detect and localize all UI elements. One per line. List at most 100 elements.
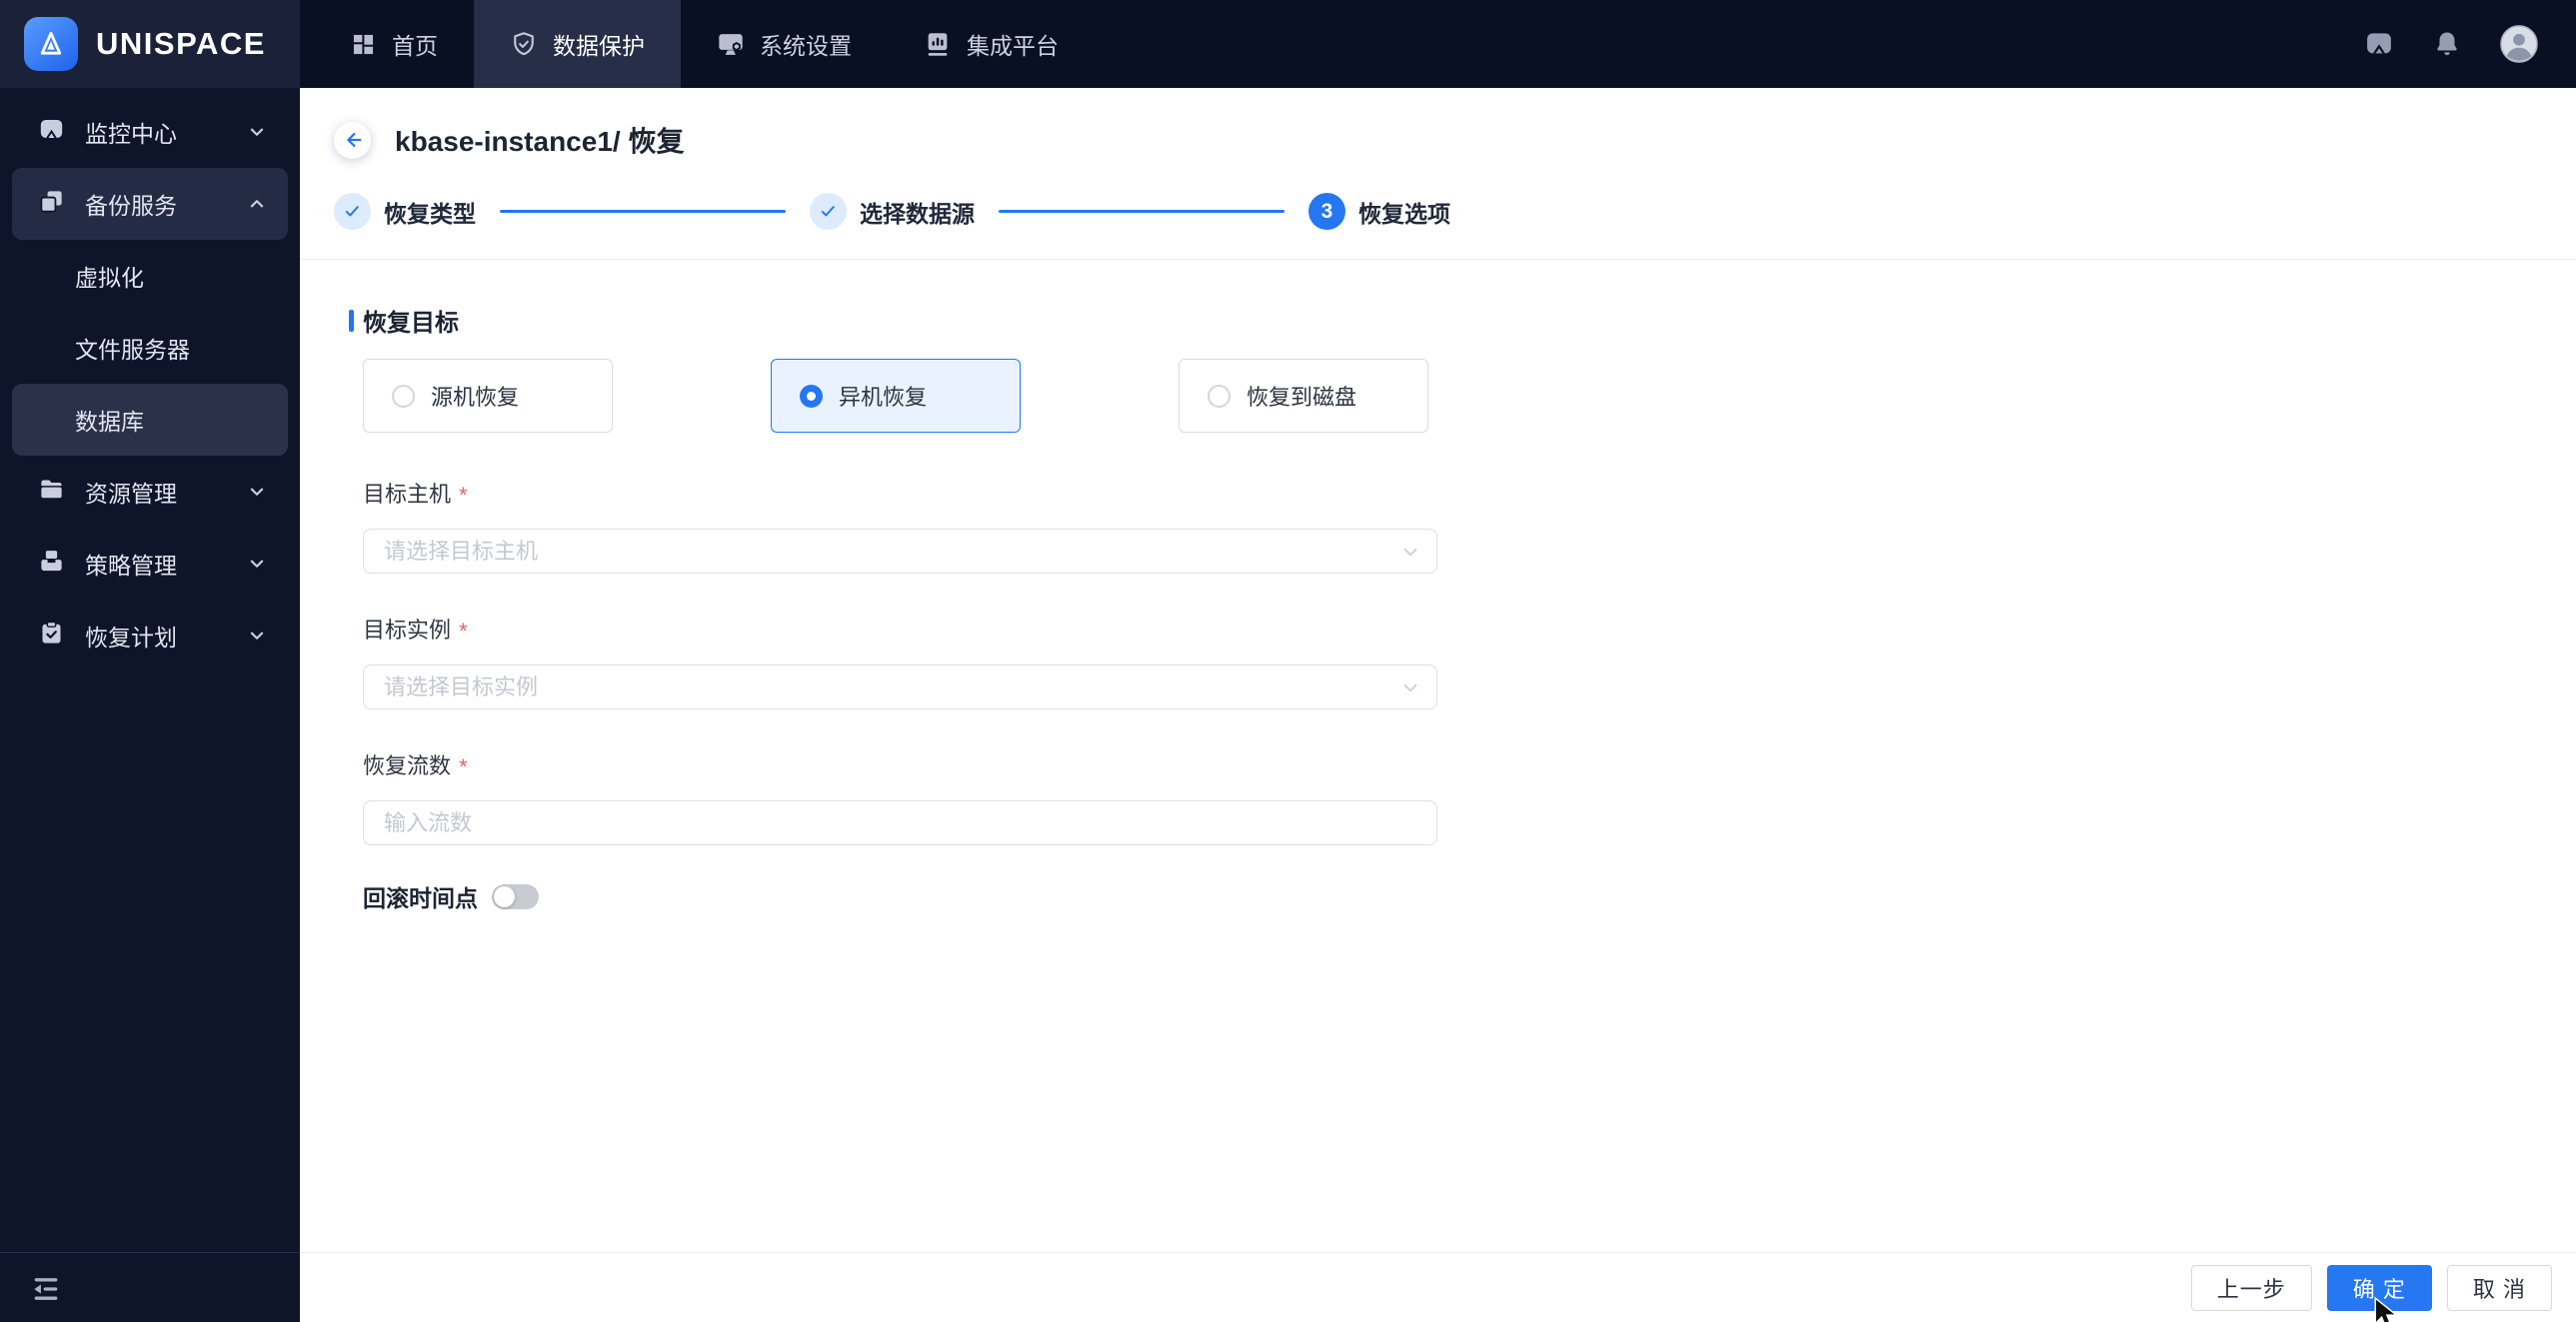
topbar-actions [2364, 0, 2576, 88]
mouse-cursor [2371, 1296, 2405, 1322]
nav-item-system-settings[interactable]: 系统设置 [681, 0, 888, 88]
field-label-text: 恢复流数 [363, 753, 452, 778]
target-instance-input[interactable] [363, 664, 1437, 709]
step-label: 恢复类型 [384, 200, 476, 227]
required-mark: * [459, 618, 468, 644]
sidebar-subitem-label: 虚拟化 [75, 265, 144, 291]
step-label: 选择数据源 [860, 200, 975, 227]
sidebar-subitem-label: 文件服务器 [75, 337, 190, 363]
recovery-target-options: 源机恢复 异机恢复 恢复到磁盘 [363, 359, 2576, 433]
target-host-select [363, 529, 1437, 574]
target-host-input[interactable] [363, 529, 1437, 574]
sidebar-subitem-label: 数据库 [75, 409, 144, 435]
topbar: UNISPACE 首页 数据保护 系统设置 集成平台 [0, 0, 2576, 88]
sidebar-item-monitor-center[interactable]: 监控中心 [12, 96, 288, 168]
step-recovery-options: 3 恢复选项 [1308, 193, 1450, 230]
cancel-button[interactable]: 取 消 [2446, 1264, 2552, 1311]
field-label-text: 目标实例 [363, 618, 452, 643]
top-nav: 首页 数据保护 系统设置 集成平台 [314, 0, 1095, 88]
radio-unchecked[interactable] [392, 384, 415, 408]
collapse-sidebar-icon[interactable] [30, 1272, 62, 1304]
option-label: 恢复到磁盘 [1247, 385, 1357, 410]
select-chevron-down-icon[interactable] [1399, 676, 1421, 698]
nav-item-home[interactable]: 首页 [314, 0, 474, 88]
nav-item-data-protection[interactable]: 数据保护 [474, 0, 681, 88]
sidebar-menu: 监控中心 备份服务 虚拟化 文件服务器 数据库 资源管理 策略管理 恢复计划 [0, 88, 300, 671]
page-title: kbase-instance1/ 恢复 [395, 126, 685, 157]
page-header: kbase-instance1/ 恢复 恢复类型 选择数据源 3 恢复选项 [300, 88, 2576, 260]
sidebar-item-policy-management[interactable]: 策略管理 [12, 528, 288, 600]
nav-item-label: 集成平台 [967, 33, 1059, 59]
nav-item-label: 系统设置 [760, 33, 852, 59]
user-avatar[interactable] [2500, 25, 2538, 63]
section-title-recovery-target: 恢复目标 [349, 303, 2576, 338]
back-button[interactable] [334, 121, 371, 159]
nav-item-label: 数据保护 [553, 33, 645, 59]
rollback-time-toggle[interactable] [492, 883, 539, 909]
step-select-datasource: 选择数据源 [810, 193, 975, 230]
sidebar-item-backup-service[interactable]: 备份服务 [12, 168, 288, 240]
notifications-bell-icon[interactable] [2432, 29, 2462, 59]
field-label-text: 目标主机 [363, 482, 452, 507]
footer-actions: 上一步 确 定 取 消 [300, 1252, 2576, 1322]
step-connector [999, 210, 1285, 213]
sidebar-item-resource-management[interactable]: 资源管理 [12, 456, 288, 528]
copy-stack-icon [38, 188, 65, 221]
clipboard-check-icon [38, 620, 65, 653]
option-alternate-machine-recovery[interactable]: 异机恢复 [771, 359, 1021, 433]
brand-name: UNISPACE [96, 26, 266, 61]
required-mark: * [459, 753, 468, 779]
sidebar: 监控中心 备份服务 虚拟化 文件服务器 数据库 资源管理 策略管理 恢复计划 [0, 88, 300, 1322]
option-label: 异机恢复 [839, 385, 928, 410]
nav-item-integration-platform[interactable]: 集成平台 [888, 0, 1095, 88]
sidebar-subitem-file-server[interactable]: 文件服务器 [12, 312, 288, 384]
target-host-label: 目标主机 * [363, 477, 2576, 509]
recovery-streams-label: 恢复流数 * [363, 748, 2576, 780]
chevron-down-icon [246, 625, 268, 647]
step-check-icon [334, 193, 371, 230]
sidebar-item-label: 恢复计划 [85, 625, 177, 651]
chevron-down-icon [246, 481, 268, 503]
radio-checked[interactable] [800, 384, 823, 408]
radio-unchecked[interactable] [1208, 384, 1231, 408]
sidebar-item-recovery-plan[interactable]: 恢复计划 [12, 600, 288, 671]
target-instance-select [363, 664, 1437, 709]
home-dashboard-icon [350, 31, 377, 58]
sidebar-item-label: 资源管理 [85, 481, 177, 507]
monitor-chat-icon [38, 116, 65, 149]
title-row: kbase-instance1/ 恢复 [334, 88, 2576, 160]
stepper: 恢复类型 选择数据源 3 恢复选项 [334, 193, 2576, 230]
bar-chart-icon [924, 30, 952, 58]
chevron-down-icon [246, 121, 268, 143]
step-label: 恢复选项 [1358, 200, 1450, 227]
previous-step-button[interactable]: 上一步 [2190, 1264, 2312, 1311]
option-recover-to-disk[interactable]: 恢复到磁盘 [1179, 359, 1428, 433]
monitor-gear-icon [717, 30, 745, 58]
option-label: 源机恢复 [431, 385, 520, 410]
target-instance-label: 目标实例 * [363, 613, 2576, 645]
chevron-up-icon [246, 193, 268, 215]
sidebar-subitem-database[interactable]: 数据库 [12, 384, 288, 456]
brand-logo-section: UNISPACE [0, 0, 300, 88]
option-source-machine-recovery[interactable]: 源机恢复 [363, 359, 613, 433]
step-check-icon [810, 193, 847, 230]
nav-item-label: 首页 [392, 33, 438, 59]
shield-check-icon [510, 30, 538, 58]
recovery-streams-input[interactable] [363, 800, 1437, 845]
sidebar-item-label: 策略管理 [85, 553, 177, 579]
rollback-time-row: 回滚时间点 [363, 879, 2576, 913]
chevron-down-icon [246, 553, 268, 575]
archive-inbox-icon [38, 548, 65, 581]
sidebar-collapse-bar [0, 1252, 300, 1322]
required-mark: * [459, 482, 468, 508]
unispace-logo-icon [24, 17, 78, 71]
sidebar-item-label: 监控中心 [85, 121, 177, 147]
messages-icon[interactable] [2364, 29, 2394, 59]
form-content: 恢复目标 源机恢复 异机恢复 恢复到磁盘 目标主机 * 请选择目标主机 目标实例… [300, 303, 2576, 913]
sidebar-subitem-virtualization[interactable]: 虚拟化 [12, 240, 288, 312]
rollback-time-label: 回滚时间点 [363, 885, 478, 911]
sidebar-item-label: 备份服务 [85, 193, 177, 219]
folder-icon [38, 476, 65, 509]
select-chevron-down-icon[interactable] [1399, 541, 1421, 563]
section-accent-bar [349, 309, 354, 332]
